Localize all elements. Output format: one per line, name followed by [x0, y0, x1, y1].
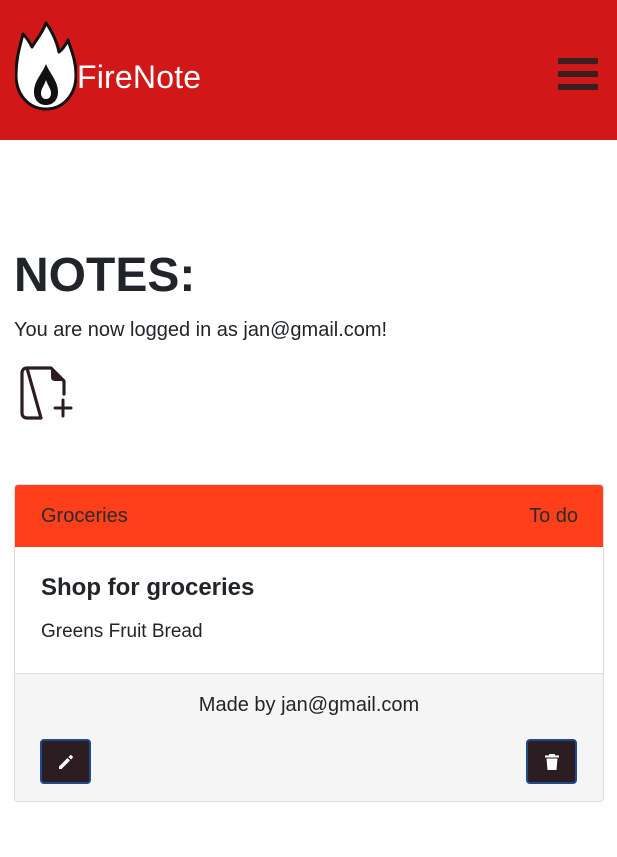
- login-status-text: You are now logged in as jan@gmail.com!: [14, 319, 388, 341]
- add-note-button[interactable]: [18, 364, 78, 424]
- page-title: NOTES:: [14, 249, 196, 302]
- flame-logo-icon: [15, 21, 77, 111]
- trash-icon: [544, 753, 559, 770]
- brand-name: FireNote: [77, 58, 202, 95]
- note-card: Groceries To do Shop for groceries Green…: [14, 484, 604, 802]
- hamburger-menu-icon[interactable]: [556, 56, 600, 94]
- note-card-header: Groceries To do: [15, 485, 603, 547]
- note-title: Shop for groceries: [41, 574, 255, 601]
- edit-note-button[interactable]: [40, 739, 91, 784]
- navbar: FireNote: [0, 0, 617, 140]
- menu-bar: [558, 58, 598, 64]
- menu-bar: [558, 71, 598, 77]
- note-category: Groceries: [41, 505, 128, 527]
- note-text: Greens Fruit Bread: [41, 621, 203, 642]
- file-plus-icon: [20, 366, 73, 420]
- brand-link[interactable]: FireNote: [15, 20, 201, 112]
- note-card-footer: Made by jan@gmail.com: [15, 673, 603, 801]
- delete-note-button[interactable]: [526, 739, 577, 784]
- note-status: To do: [529, 505, 578, 527]
- menu-bar: [558, 84, 598, 90]
- pencil-icon: [58, 754, 73, 769]
- note-author: Made by jan@gmail.com: [198, 694, 420, 716]
